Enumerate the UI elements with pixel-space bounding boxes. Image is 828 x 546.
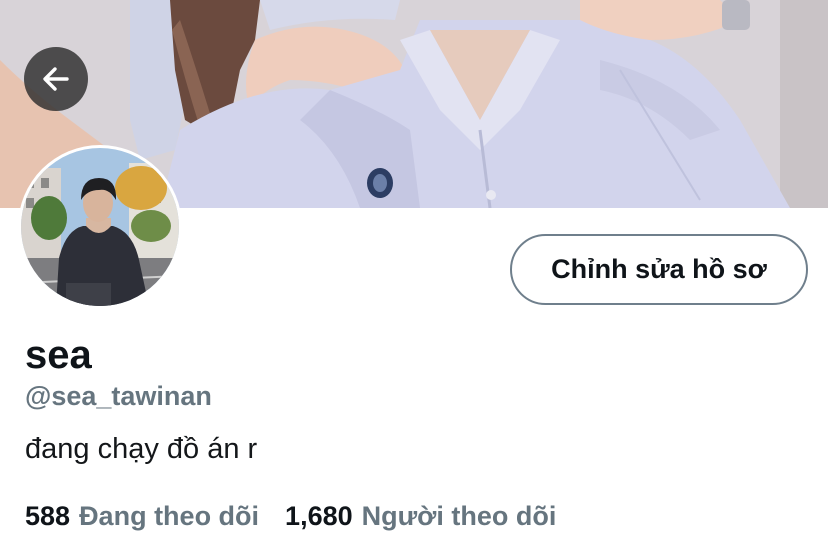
back-button[interactable] [24,47,88,111]
avatar[interactable] [21,148,179,306]
followers-label: Người theo dõi [361,501,557,531]
following-link[interactable]: 588 Đang theo dõi [25,499,259,533]
edit-profile-button[interactable]: Chỉnh sửa hồ sơ [510,234,808,305]
profile-page: Chỉnh sửa hồ sơ sea @sea_tawinan đang ch… [0,0,828,546]
avatar-photo [21,148,179,306]
followers-count: 1,680 [285,501,353,531]
following-count: 588 [25,501,71,531]
display-name: sea [25,333,92,377]
avatar-border [18,145,182,309]
followers-link[interactable]: 1,680 Người theo dõi [285,499,556,533]
following-label: Đang theo dõi [79,501,260,531]
profile-bio: đang chạy đồ án r [25,433,258,465]
username-handle: @sea_tawinan [25,381,212,411]
arrow-left-icon [43,67,69,91]
follow-stats: 588 Đang theo dõi 1,680 Người theo dõi [25,499,556,533]
